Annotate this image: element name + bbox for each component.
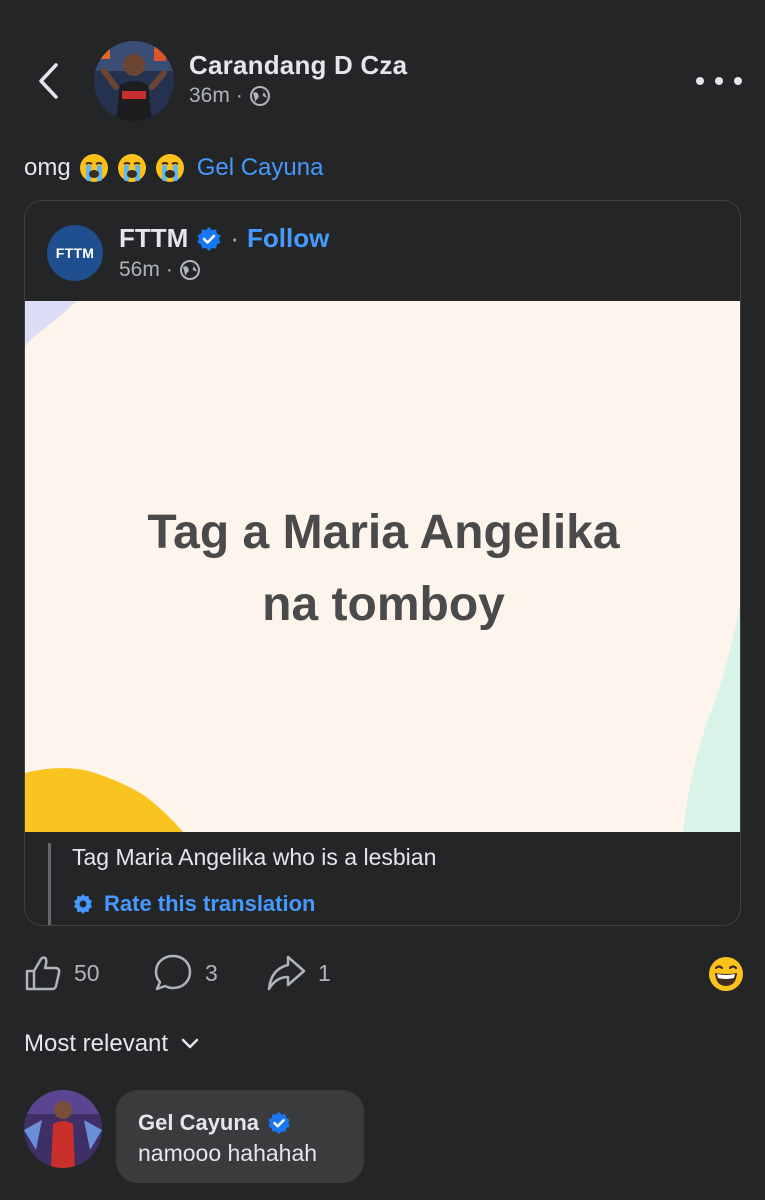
page-logo-text: FTTM: [55, 245, 95, 261]
gear-icon: [74, 894, 92, 914]
thumbs-up-icon: [25, 956, 61, 991]
comment-button[interactable]: 3: [153, 950, 218, 996]
commenter-name-row: Gel Cayuna: [138, 1110, 291, 1136]
back-button[interactable]: [28, 58, 68, 104]
verified-badge-icon: [268, 1111, 290, 1135]
chevron-down-icon: [181, 1038, 199, 1049]
translation-section: Tag Maria Angelika who is a lesbian Rate…: [25, 833, 740, 925]
translation-text: Tag Maria Angelika who is a lesbian: [72, 844, 437, 870]
follow-button[interactable]: Follow: [247, 223, 329, 254]
more-dot-icon: [696, 77, 704, 85]
follow-separator: ·: [230, 223, 239, 253]
meta-separator: ·: [165, 258, 173, 281]
more-dot-icon: [734, 77, 742, 85]
comment-text: namooo hahahah: [138, 1140, 318, 1166]
like-count: 50: [74, 959, 100, 986]
tagged-user-link[interactable]: Gel Cayuna: [197, 154, 324, 182]
text-post-banner[interactable]: Tag a Maria Angelika na tomboy: [25, 301, 740, 832]
author-avatar[interactable]: [94, 41, 174, 121]
shared-post-time: 56m: [119, 258, 160, 281]
shared-post-meta: 56m ·: [119, 258, 201, 282]
page-name-row: FTTM · Follow: [119, 223, 329, 254]
loudly-crying-face-icon: [155, 154, 184, 182]
translation-bar: [48, 843, 51, 925]
share-button[interactable]: 1: [266, 950, 331, 996]
commenter-name[interactable]: Gel Cayuna: [138, 1110, 259, 1136]
comment-bubble-icon: [154, 954, 192, 991]
sort-label: Most relevant: [24, 1030, 169, 1057]
comment-item: Gel Cayuna namooo hahahah: [24, 1090, 744, 1190]
post-actions: 50 3 1: [0, 950, 765, 998]
grinning-face-icon[interactable]: [708, 956, 744, 992]
shared-post-card[interactable]: FTTM FTTM · Follow 56m · Tag a Maria Ang…: [24, 200, 741, 926]
post-meta: 36m ·: [189, 84, 271, 108]
comment-bubble[interactable]: Gel Cayuna namooo hahahah: [116, 1090, 364, 1183]
verified-badge-icon: [197, 226, 221, 251]
page-name[interactable]: FTTM: [119, 223, 188, 254]
share-arrow-icon: [267, 955, 306, 991]
page-logo[interactable]: FTTM: [47, 225, 103, 281]
banner-text: Tag a Maria Angelika na tomboy: [25, 497, 740, 641]
rate-translation-button[interactable]: Rate this translation: [72, 891, 315, 917]
commenter-avatar[interactable]: [24, 1090, 102, 1168]
comment-sort-dropdown[interactable]: Most relevant: [24, 1030, 200, 1058]
chevron-left-icon: [39, 63, 58, 99]
like-button[interactable]: 50: [24, 950, 100, 996]
globe-icon: [249, 86, 270, 106]
more-dot-icon: [715, 77, 723, 85]
post-time: 36m: [189, 84, 230, 107]
banner-line: na tomboy: [262, 578, 505, 631]
meta-separator: ·: [235, 84, 243, 107]
more-options-button[interactable]: [696, 66, 742, 96]
globe-icon: [179, 260, 200, 280]
share-count: 1: [318, 959, 331, 986]
loudly-crying-face-icon: [117, 154, 146, 182]
post-body: omg: [24, 154, 71, 181]
post-header: Carandang D Cza 36m ·: [0, 0, 765, 150]
shared-post-header: FTTM FTTM · Follow 56m ·: [25, 201, 740, 301]
author-name[interactable]: Carandang D Cza: [189, 50, 407, 81]
comment-count: 3: [205, 959, 218, 986]
rate-translation-label: Rate this translation: [104, 891, 316, 916]
banner-line: Tag a Maria Angelika: [147, 506, 620, 559]
loudly-crying-face-icon: [79, 154, 108, 182]
post-text: omg Gel Cayuna: [24, 150, 323, 186]
